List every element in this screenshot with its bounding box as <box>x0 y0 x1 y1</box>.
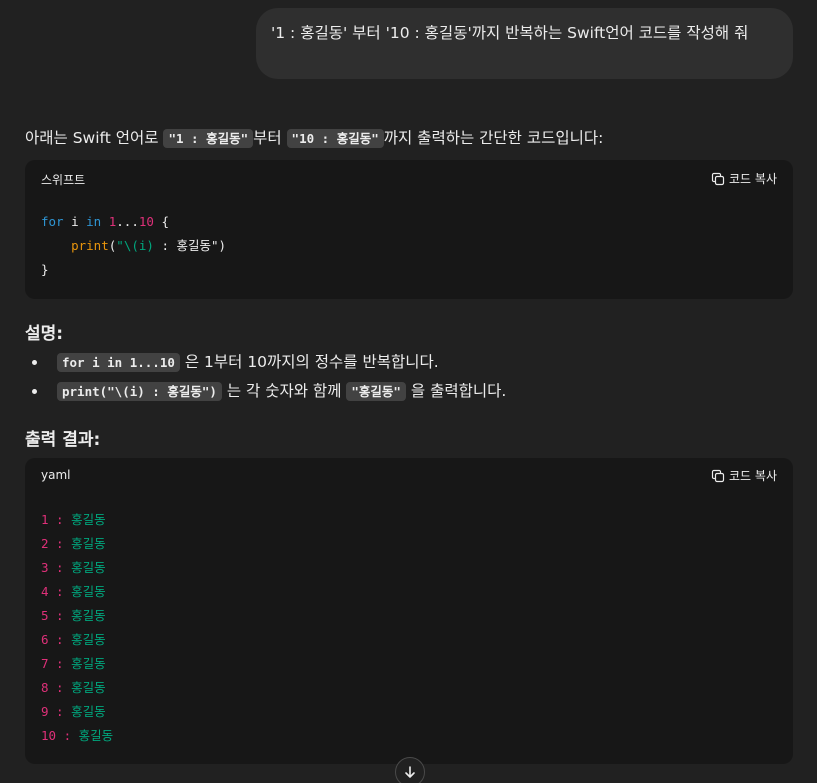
output-row-value: 홍길동 <box>71 560 106 575</box>
code-token: { <box>153 214 169 229</box>
output-row-value: 홍길동 <box>71 680 106 695</box>
output-row-key: 4 <box>41 584 49 599</box>
code-language-label: yaml <box>41 468 71 482</box>
output-row: 10 : 홍길동 <box>41 724 113 748</box>
code-token: ) <box>218 238 227 253</box>
intro-text-after: 까지 출력하는 간단한 코드입니다: <box>383 129 604 147</box>
code-token: " <box>116 238 124 253</box>
list-item-text: 을 출력합니다. <box>405 382 507 400</box>
code-token: : 홍길동" <box>153 238 219 253</box>
bullet-dot <box>32 389 37 394</box>
code-language-label: 스위프트 <box>41 173 86 187</box>
output-row-value: 홍길동 <box>71 512 106 527</box>
output-row: 8 : 홍길동 <box>41 676 113 700</box>
output-row-key: 5 <box>41 608 49 623</box>
output-row-value: 홍길동 <box>78 728 114 743</box>
arrow-down-icon <box>405 766 415 778</box>
output-row-separator: : <box>48 656 72 671</box>
output-row-key: 6 <box>41 632 49 647</box>
copy-icon <box>711 172 725 185</box>
list-item: print("\(i) : 홍길동") 는 각 숫자와 함께 "홍길동" 을 출… <box>25 379 506 408</box>
code-token: } <box>41 262 49 277</box>
explanation-list: for i in 1...10 은 1부터 10까지의 정수를 반복합니다. p… <box>25 350 506 408</box>
code-content: for i in 1...10 { print("\(i) : 홍길동") } <box>41 210 226 282</box>
output-row: 3 : 홍길동 <box>41 556 113 580</box>
list-item-text: 는 각 숫자와 함께 <box>221 382 347 400</box>
intro-text-mid: 부터 <box>253 129 287 147</box>
output-row-separator: : <box>48 680 72 695</box>
code-token: \(i) <box>123 238 154 253</box>
output-row-key: 2 <box>41 536 49 551</box>
user-message-bubble: '1 : 홍길동' 부터 '10 : 홍길동'까지 반복하는 Swift언어 코… <box>256 8 793 79</box>
output-row: 1 : 홍길동 <box>41 508 113 532</box>
output-row-key: 8 <box>41 680 49 695</box>
scroll-down-button[interactable] <box>395 757 425 783</box>
copy-code-label: 코드 복사 <box>729 469 777 483</box>
list-item: for i in 1...10 은 1부터 10까지의 정수를 반복합니다. <box>25 350 506 379</box>
copy-code-button[interactable]: 코드 복사 <box>711 170 777 187</box>
code-token: print <box>71 238 109 253</box>
code-token: ... <box>116 214 139 229</box>
output-row-value: 홍길동 <box>71 704 106 719</box>
output-row: 5 : 홍길동 <box>41 604 113 628</box>
code-block-output: yaml 코드 복사 1 : 홍길동 2 : 홍길동 3 : 홍길동 4 : 홍길동 5… <box>25 458 793 764</box>
output-row-separator: : <box>48 512 72 527</box>
output-row-separator: : <box>48 704 72 719</box>
inline-code: print("\(i) : 홍길동") <box>57 382 222 401</box>
output-row-value: 홍길동 <box>71 632 106 647</box>
code-token: 10 <box>138 214 154 229</box>
output-row-value: 홍길동 <box>71 584 106 599</box>
list-item-text: 은 1부터 10까지의 정수를 반복합니다. <box>179 353 439 371</box>
output-row-value: 홍길동 <box>71 608 106 623</box>
output-row-key: 10 <box>41 728 57 743</box>
bullet-dot <box>32 360 37 365</box>
output-row: 9 : 홍길동 <box>41 700 113 724</box>
inline-code: "1 : 홍길동" <box>163 129 254 148</box>
assistant-intro: 아래는 Swift 언어로 "1 : 홍길동" 부터 "10 : 홍길동" 까지 출… <box>25 126 603 151</box>
copy-icon <box>711 469 725 482</box>
intro-text-before: 아래는 Swift 언어로 <box>25 129 164 147</box>
user-message-text: '1 : 홍길동' 부터 '10 : 홍길동'까지 반복하는 Swift언어 코… <box>271 24 749 42</box>
output-row-separator: : <box>48 632 72 647</box>
output-row: 7 : 홍길동 <box>41 652 113 676</box>
output-row-separator: : <box>56 728 79 743</box>
output-row-separator: : <box>48 608 72 623</box>
code-token: i <box>63 214 87 229</box>
code-token: for <box>41 214 64 229</box>
output-row-key: 3 <box>41 560 49 575</box>
inline-code: for i in 1...10 <box>57 353 180 372</box>
output-row-value: 홍길동 <box>71 536 106 551</box>
copy-code-label: 코드 복사 <box>729 172 777 186</box>
output-heading: 출력 결과: <box>25 430 101 450</box>
output-row: 4 : 홍길동 <box>41 580 113 604</box>
output-row-separator: : <box>48 560 72 575</box>
code-block-swift: 스위프트 코드 복사 for i in 1...10 { print("\(i)… <box>25 160 793 299</box>
code-token: in <box>86 214 102 229</box>
output-content: 1 : 홍길동 2 : 홍길동 3 : 홍길동 4 : 홍길동 5 : 홍길동 6 : 홍… <box>41 508 113 748</box>
output-row-separator: : <box>48 584 72 599</box>
copy-code-button[interactable]: 코드 복사 <box>711 467 777 484</box>
output-row-key: 1 <box>41 512 49 527</box>
output-row: 2 : 홍길동 <box>41 532 113 556</box>
output-row: 6 : 홍길동 <box>41 628 113 652</box>
inline-code: "홍길동" <box>346 382 406 401</box>
inline-code: "10 : 홍길동" <box>286 129 384 148</box>
explanation-heading: 설명: <box>25 324 64 344</box>
output-row-key: 9 <box>41 704 49 719</box>
output-row-value: 홍길동 <box>71 656 106 671</box>
output-row-separator: : <box>48 536 72 551</box>
output-row-key: 7 <box>41 656 49 671</box>
